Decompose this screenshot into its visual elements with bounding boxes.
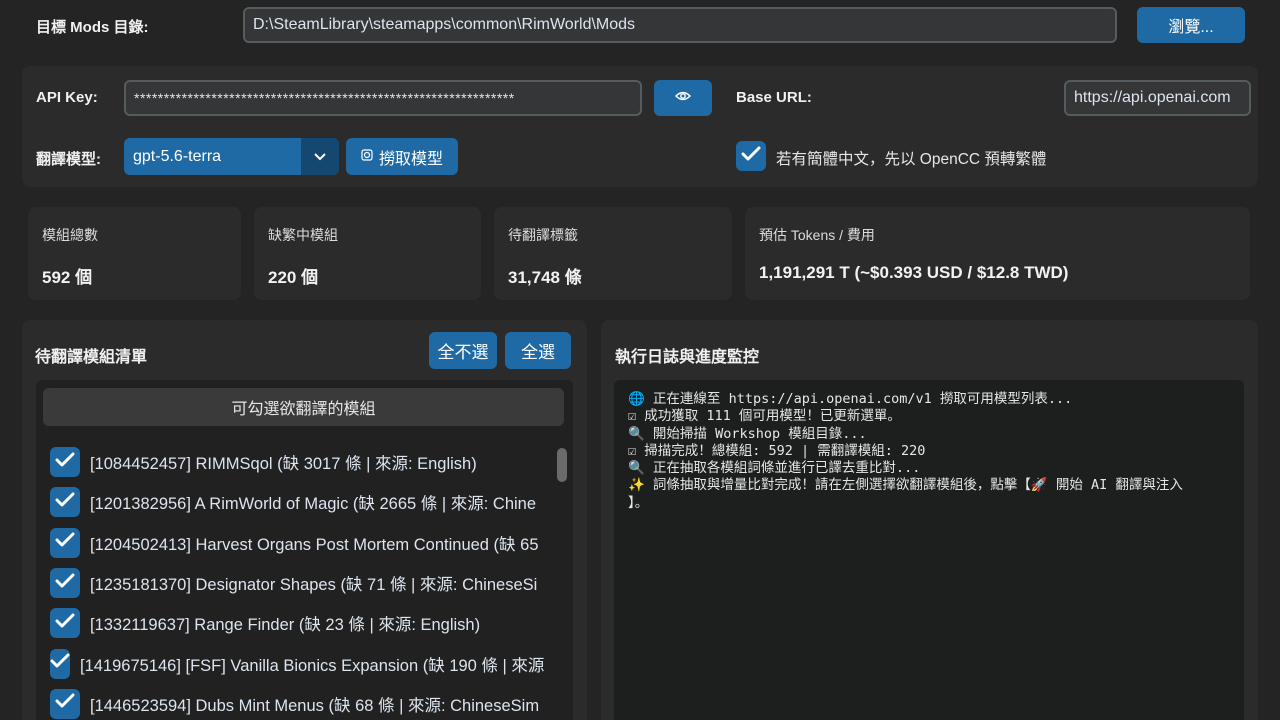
mod-checkbox[interactable] (50, 648, 70, 679)
stat-title: 待翻譯標籤 (508, 227, 578, 243)
deselect-all-button[interactable]: 全不選 (429, 332, 497, 369)
mod-label: [1419675146] [FSF] Vanilla Bionics Expan… (80, 656, 544, 675)
check-icon (55, 573, 75, 594)
base-url-label: Base URL: (736, 89, 812, 106)
api-key-label: API Key: (36, 89, 98, 106)
log-line: 🔍 開始掃描 Workshop 模組目錄... (628, 425, 867, 442)
log-line: ✨ 詞條抽取與增量比對完成！請在左側選擇欲翻譯模組後，點擊【🚀 開始 AI 翻譯… (628, 477, 1183, 494)
mod-label: [1235181370] Designator Shapes (缺 71 條 |… (90, 576, 538, 595)
list-item[interactable]: [1332119637] Range Finder (缺 23 條 | 來源: … (50, 603, 544, 643)
mod-list-header: 可勾選欲翻譯的模組 (43, 388, 564, 426)
mod-list-scroll[interactable]: 可勾選欲翻譯的模組 [1084452457] RIMMSqol (缺 3017 … (36, 380, 573, 720)
mod-list-title: 待翻譯模組清單 (35, 349, 148, 366)
log-textbox[interactable]: 🌐 正在連線至 https://api.openai.com/v1 撈取可用模型… (614, 380, 1244, 720)
check-icon (55, 613, 75, 634)
model-select[interactable]: gpt-5.6-terra (124, 138, 339, 175)
mod-list-scrollbar[interactable] (557, 448, 567, 482)
browse-button[interactable]: 瀏覽... (1137, 7, 1245, 43)
fetch-models-button[interactable]: 撈取模型 (346, 138, 458, 175)
chevron-down-icon (314, 148, 326, 166)
check-icon (50, 653, 70, 674)
stat-value: 220 個 (268, 268, 319, 287)
fetch-models-label: 撈取模型 (378, 150, 443, 168)
stat-card-tokens: 預估 Tokens / 費用 1,191,291 T (~$0.393 USD … (745, 207, 1250, 300)
check-icon (55, 492, 75, 513)
mod-label: [1446523594] Dubs Mint Menus (缺 68 條 | 來… (90, 696, 540, 715)
model-select-arrow[interactable] (301, 138, 339, 175)
stat-card-pending: 待翻譯標籤 31,748 條 (494, 207, 732, 300)
log-panel: 執行日誌與進度監控 🌐 正在連線至 https://api.openai.com… (601, 320, 1258, 720)
mod-label: [1084452457] RIMMSqol (缺 3017 條 | 來源: En… (90, 455, 477, 474)
mods-dir-label: 目標 Mods 目錄: (36, 19, 149, 36)
list-item[interactable]: [1235181370] Designator Shapes (缺 71 條 |… (50, 563, 544, 603)
api-key-input[interactable]: ****************************************… (124, 80, 642, 116)
list-item[interactable]: [1201382956] A RimWorld of Magic (缺 2665… (50, 482, 544, 522)
mod-checkbox[interactable] (50, 487, 80, 518)
mod-label: [1332119637] Range Finder (缺 23 條 | 來源: … (90, 616, 481, 635)
stat-card-total: 模組總數 592 個 (28, 207, 241, 300)
mod-label: [1204502413] Harvest Organs Post Mortem … (90, 535, 539, 554)
mod-list-panel: 待翻譯模組清單 全不選 全選 可勾選欲翻譯的模組 [1084452457] RI… (22, 320, 587, 720)
log-line: ☑ 掃描完成！總模組: 592 | 需翻譯模組: 220 (628, 442, 926, 459)
check-icon (741, 146, 761, 167)
stat-title: 模組總數 (42, 227, 98, 243)
base-url-input[interactable]: https://api.openai.com (1064, 80, 1251, 116)
opencc-checkbox[interactable] (736, 141, 766, 171)
select-all-button[interactable]: 全選 (505, 332, 571, 369)
opencc-label[interactable]: 若有簡體中文，先以 OpenCC 預轉繁體 (776, 147, 1046, 169)
list-item[interactable]: [1084452457] RIMMSqol (缺 3017 條 | 來源: En… (50, 442, 544, 482)
list-item[interactable]: [1419675146] [FSF] Vanilla Bionics Expan… (50, 643, 544, 683)
list-item[interactable]: [1446523594] Dubs Mint Menus (缺 68 條 | 來… (50, 684, 544, 720)
list-item[interactable]: [1204502413] Harvest Organs Post Mortem … (50, 523, 544, 563)
mod-checkbox[interactable] (50, 608, 80, 639)
mod-label: [1201382956] A RimWorld of Magic (缺 2665… (90, 495, 537, 514)
check-icon (55, 693, 75, 714)
mod-checkbox[interactable] (50, 688, 80, 719)
log-line: 🌐 正在連線至 https://api.openai.com/v1 撈取可用模型… (628, 391, 1073, 407)
log-line: ☑ 成功獲取 111 個可用模型！已更新選單。 (628, 408, 901, 425)
check-icon (55, 532, 75, 553)
mod-checkbox[interactable] (50, 447, 80, 478)
toggle-key-visibility-button[interactable] (654, 80, 712, 116)
mods-dir-input[interactable]: D:\SteamLibrary\steamapps\common\RimWorl… (243, 7, 1117, 43)
model-select-value: gpt-5.6-terra (133, 147, 222, 165)
model-label: 翻譯模型: (36, 151, 101, 168)
stat-value: 592 個 (42, 268, 93, 287)
eye-icon (675, 89, 691, 107)
refresh-icon (361, 148, 373, 166)
mod-checkbox[interactable] (50, 527, 80, 558)
mod-list-items: [1084452457] RIMMSqol (缺 3017 條 | 來源: En… (50, 442, 544, 720)
mod-checkbox[interactable] (50, 568, 80, 599)
stat-value: 31,748 條 (508, 268, 582, 287)
stat-title: 預估 Tokens / 費用 (759, 227, 875, 243)
stat-title: 缺繁中模組 (268, 227, 338, 243)
log-line: 】。 (628, 494, 649, 511)
log-line: 🔍 正在抽取各模組詞條並進行已譯去重比對... (628, 460, 921, 477)
stat-value: 1,191,291 T (~$0.393 USD / $12.8 TWD) (759, 263, 1069, 282)
check-icon (55, 452, 75, 473)
stat-card-missing: 缺繁中模組 220 個 (254, 207, 481, 300)
log-title: 執行日誌與進度監控 (615, 349, 760, 366)
